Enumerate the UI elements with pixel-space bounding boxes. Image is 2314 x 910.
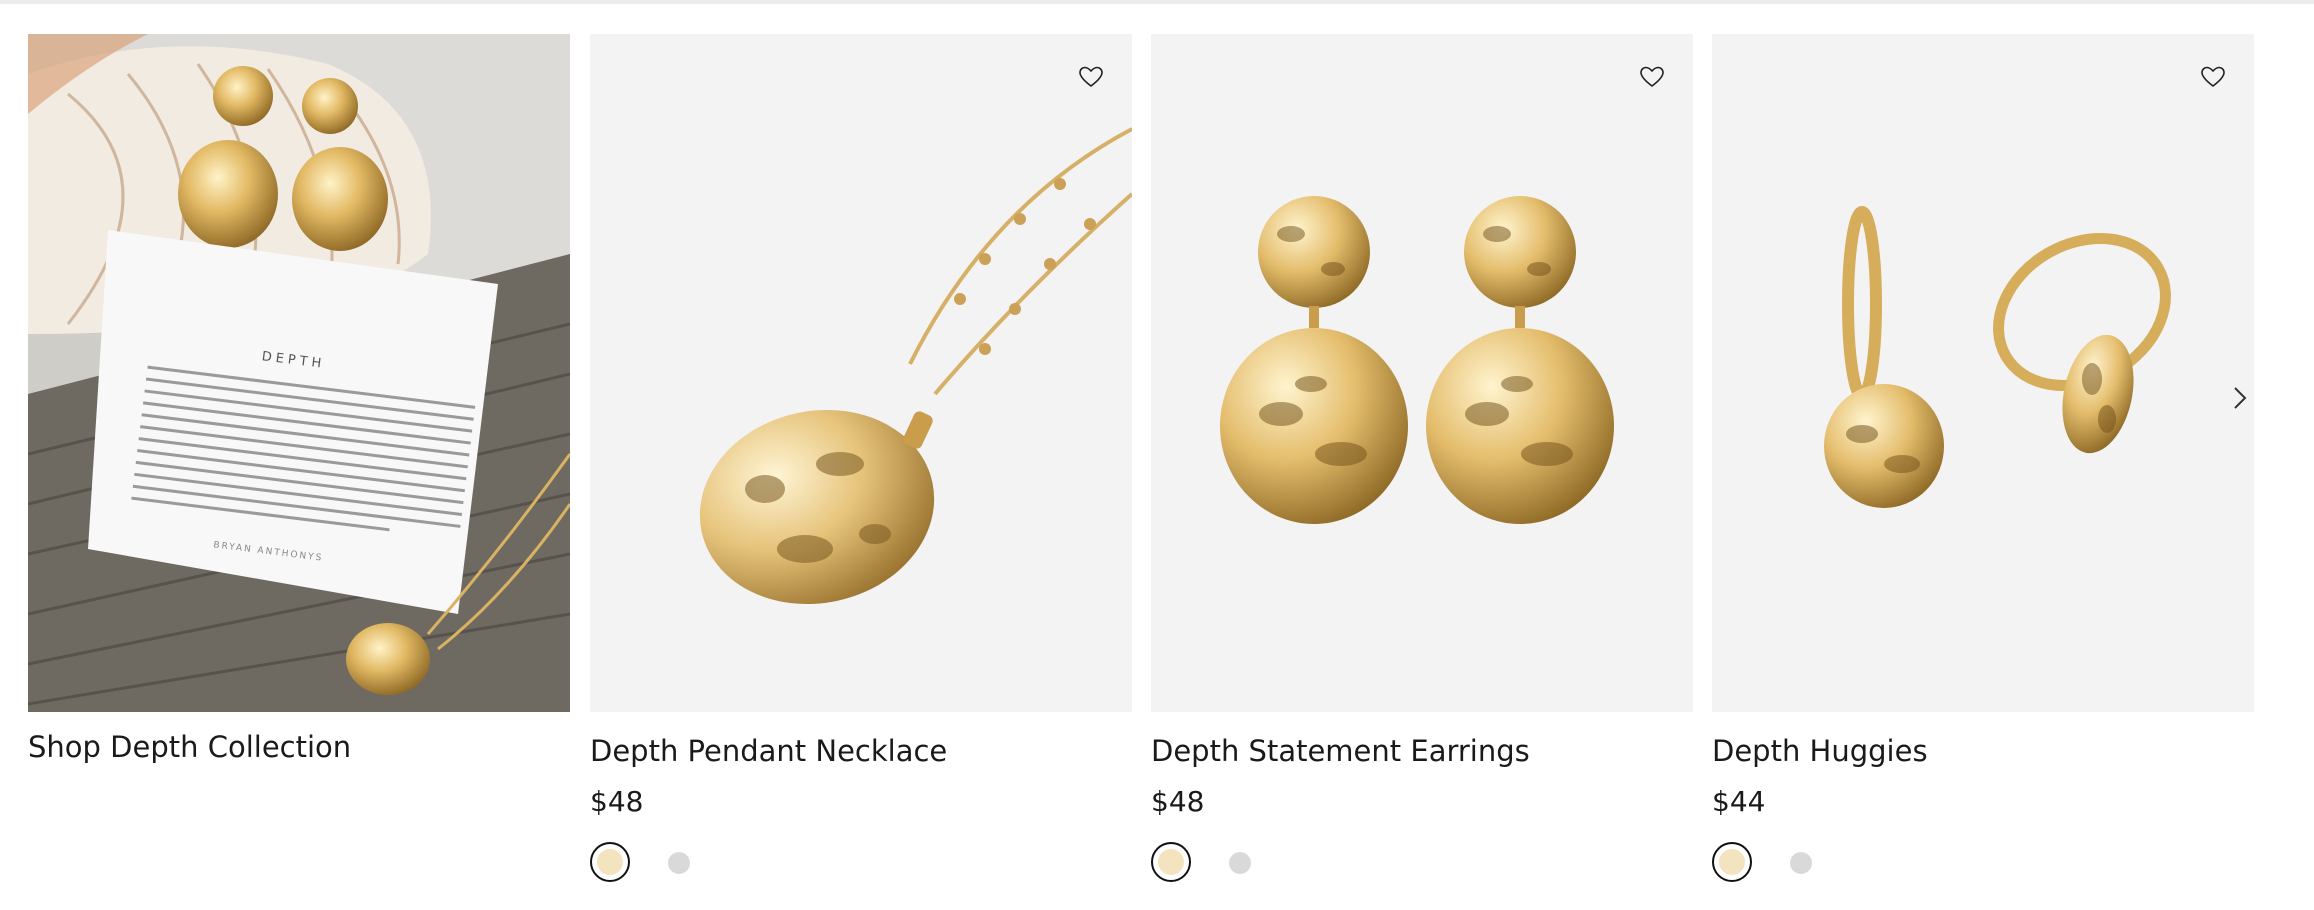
color-swatches — [1712, 842, 1912, 886]
favorite-button[interactable] — [1635, 60, 1669, 94]
color-swatches — [1151, 842, 1351, 886]
favorite-button[interactable] — [1074, 60, 1108, 94]
gold-swatch[interactable] — [590, 842, 630, 882]
favorite-button[interactable] — [2196, 60, 2230, 94]
pendant-necklace-image — [699, 127, 1132, 605]
product-price: $44 — [1712, 785, 1766, 818]
chevron-right-icon — [2234, 387, 2247, 409]
huggie-earrings-image — [1824, 206, 2171, 508]
lifestyle-photo: DEPTH BRYAN ANTHONYS — [28, 34, 570, 712]
silver-swatch[interactable] — [1790, 852, 1812, 874]
product-name[interactable]: Depth Huggies — [1712, 732, 1928, 770]
promo-image[interactable]: DEPTH BRYAN ANTHONYS — [28, 34, 570, 712]
product-name[interactable]: Depth Statement Earrings — [1151, 732, 1530, 770]
carousel-next-button[interactable] — [2226, 384, 2254, 412]
product-price: $48 — [1151, 785, 1205, 818]
product-image[interactable] — [1151, 34, 1693, 712]
heart-outline-icon — [1079, 66, 1103, 88]
gold-swatch[interactable] — [1712, 842, 1752, 882]
product-carousel: DEPTH BRYAN ANTHONYS Shop Depth Collecti… — [28, 34, 2258, 904]
silver-swatch[interactable] — [1229, 852, 1251, 874]
gold-swatch[interactable] — [1151, 842, 1191, 882]
product-image[interactable] — [1712, 34, 2254, 712]
product-image[interactable] — [590, 34, 1132, 712]
heart-outline-icon — [1640, 66, 1664, 88]
promo-title[interactable]: Shop Depth Collection — [28, 728, 351, 766]
product-name[interactable]: Depth Pendant Necklace — [590, 732, 947, 770]
heart-outline-icon — [2201, 66, 2225, 88]
top-divider — [0, 0, 2314, 4]
silver-swatch[interactable] — [668, 852, 690, 874]
color-swatches — [590, 842, 790, 886]
statement-earrings-image — [1220, 196, 1614, 524]
product-price: $48 — [590, 785, 644, 818]
